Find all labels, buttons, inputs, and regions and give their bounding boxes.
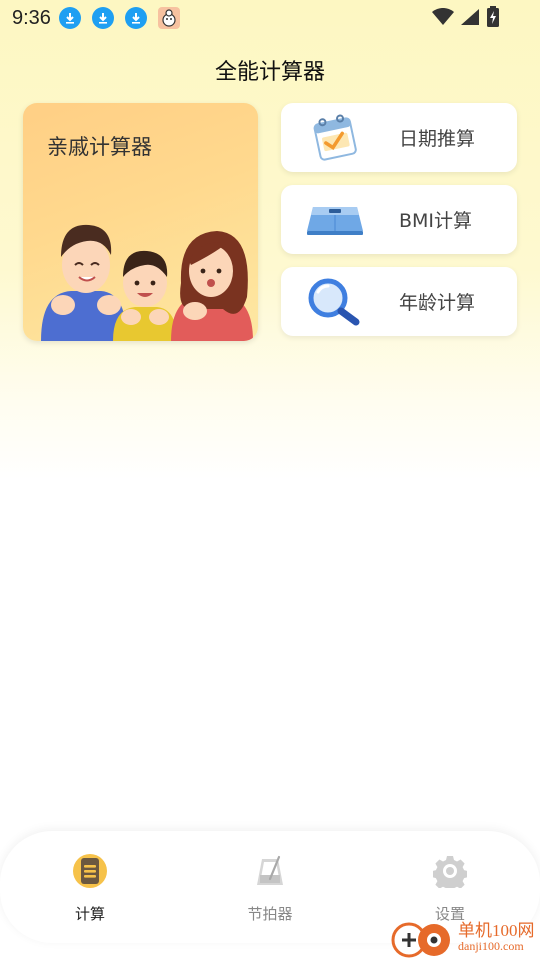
date-calculator-label: 日期推算 [399, 128, 476, 150]
app-notification-icon [157, 7, 180, 29]
scale-icon [295, 185, 375, 254]
metronome-icon [250, 851, 290, 891]
nav-item-metronome[interactable]: 节拍器 [210, 851, 330, 924]
battery-icon [487, 6, 499, 27]
page-title: 全能计算器 [214, 60, 325, 85]
nav-label-calculate: 计算 [74, 905, 105, 923]
watermark-main-text: 单机100网 [458, 920, 535, 940]
family-illustration [41, 224, 253, 341]
system-status-icons [432, 6, 500, 28]
signal-icon [461, 9, 479, 25]
status-bar: 9:36 [0, 0, 540, 36]
gear-icon [430, 851, 470, 891]
magnifier-icon [295, 267, 375, 336]
watermark: 单机100网 danji100.com [390, 916, 535, 958]
download-icon [58, 7, 81, 29]
watermark-logo-icon [391, 922, 450, 958]
date-calculator-card[interactable]: 日期推算 [281, 103, 517, 172]
age-calculator-card[interactable]: 年龄计算 [281, 267, 517, 336]
bmi-calculator-label: BMI计算 [399, 210, 473, 232]
download-icon [124, 7, 147, 29]
nav-item-settings[interactable]: 设置 [390, 851, 510, 924]
wifi-icon [432, 8, 454, 25]
relatives-calculator-label: 亲戚计算器 [47, 135, 152, 159]
calendar-check-icon [295, 103, 375, 172]
nav-item-calculate[interactable]: 计算 [30, 851, 150, 924]
watermark-sub-text: danji100.com [458, 938, 524, 953]
status-time: 9:36 [12, 6, 51, 29]
nav-label-metronome: 节拍器 [247, 905, 293, 923]
relatives-calculator-card[interactable]: 亲戚计算器 [23, 103, 258, 341]
calculator-icon [70, 851, 110, 891]
age-calculator-label: 年龄计算 [399, 292, 476, 314]
bmi-calculator-card[interactable]: BMI计算 [281, 185, 517, 254]
download-icon [91, 7, 114, 29]
